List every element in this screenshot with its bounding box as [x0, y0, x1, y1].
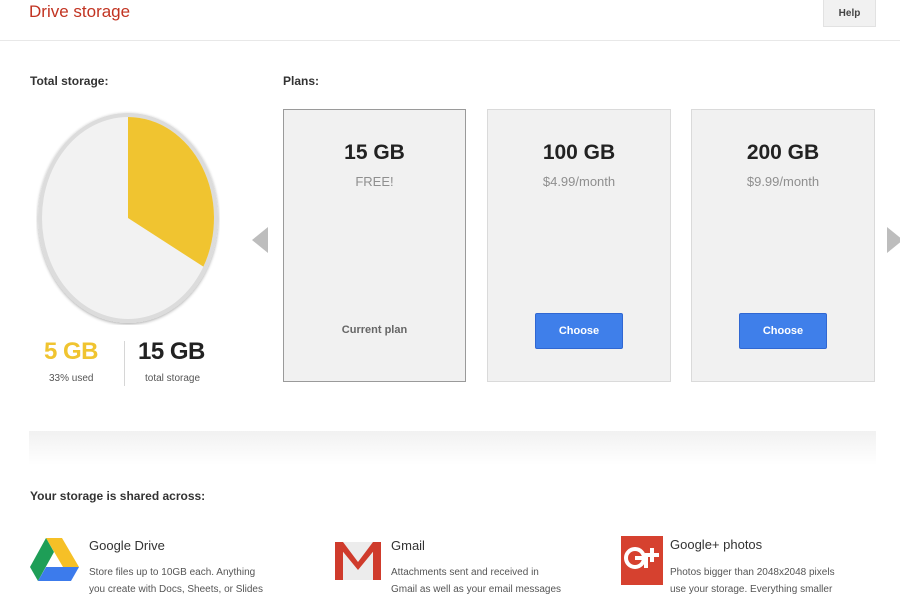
stat-divider	[124, 341, 125, 386]
gmail-icon	[335, 542, 381, 580]
google-plus-icon	[621, 536, 663, 585]
plan-size: 200 GB	[746, 141, 820, 164]
service-desc-gmail-line1: Attachments sent and received in	[391, 567, 539, 578]
arrow-right-icon[interactable]	[887, 227, 900, 253]
service-desc-drive-line1: Store files up to 10GB each. Anything	[89, 567, 256, 578]
total-storage-value: 15 GB	[138, 338, 205, 365]
service-name-photos: Google+ photos	[670, 537, 763, 552]
service-desc-photos-line1: Photos bigger than 2048x2048 pixels	[670, 567, 835, 578]
plan-price: $9.99/month	[746, 174, 820, 189]
choose-200gb-button[interactable]: Choose	[739, 313, 827, 349]
total-storage-caption: total storage	[145, 373, 201, 384]
plan-size: 15 GB	[344, 141, 405, 164]
service-desc-drive-line2: you create with Docs, Sheets, or Slides	[89, 584, 263, 595]
top-bar: Drive storage Help	[0, 0, 900, 41]
google-drive-icon	[30, 538, 79, 581]
plan-size: 100 GB	[542, 141, 616, 164]
app-title: Drive storage	[29, 2, 131, 21]
storage-pie-chart	[38, 113, 218, 323]
used-storage-caption: 33% used	[49, 373, 94, 384]
plan-card-15gb: 15 GB FREE! Current plan	[283, 109, 466, 382]
service-name-drive: Google Drive	[89, 538, 165, 553]
plan-price: FREE!	[355, 174, 394, 189]
plan-card-100gb: 100 GB $4.99/month Choose	[487, 109, 671, 382]
shared-across-label: Your storage is shared across:	[30, 489, 206, 503]
service-name-gmail: Gmail	[391, 538, 425, 553]
plan-price: $4.99/month	[542, 174, 616, 189]
total-storage-label: Total storage:	[30, 74, 109, 88]
section-divider	[29, 431, 876, 465]
service-desc-photos-line2: use your storage. Everything smaller	[670, 584, 833, 595]
plan-card-200gb: 200 GB $9.99/month Choose	[691, 109, 875, 382]
used-storage-value: 5 GB	[44, 338, 99, 365]
current-plan-label: Current plan	[341, 324, 408, 336]
choose-100gb-button[interactable]: Choose	[535, 313, 623, 349]
service-desc-gmail-line2: Gmail as well as your email messages	[391, 584, 562, 595]
help-button[interactable]: Help	[823, 0, 876, 27]
plans-label: Plans:	[283, 74, 320, 88]
arrow-left-icon[interactable]	[252, 227, 268, 253]
